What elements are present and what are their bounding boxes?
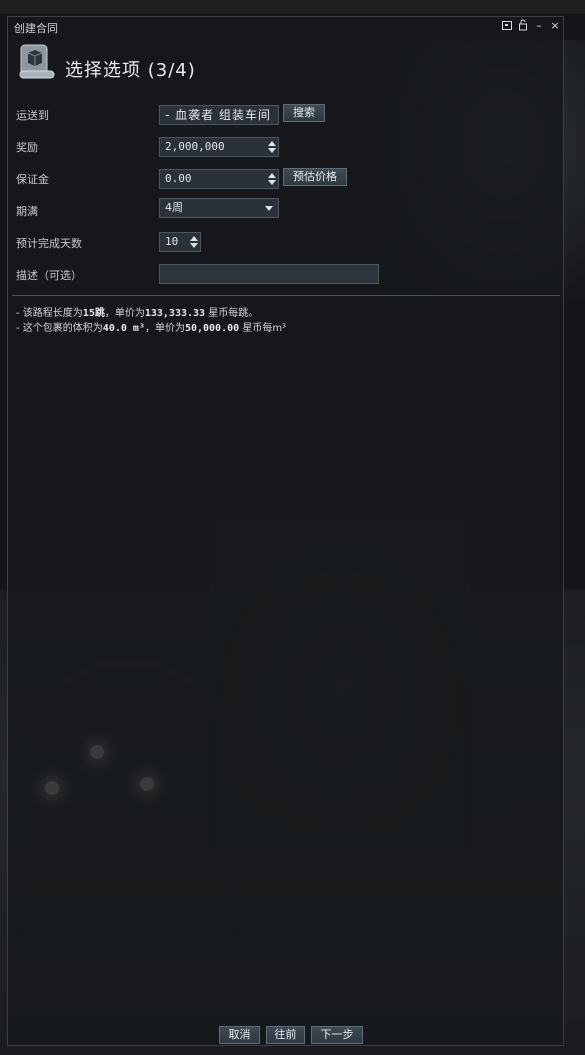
description-input[interactable] bbox=[159, 264, 379, 284]
expiration-select[interactable]: 4周 bbox=[159, 198, 279, 218]
route-price: 133,333.33 bbox=[144, 308, 206, 319]
cancel-button[interactable]: 取消 bbox=[219, 1026, 260, 1044]
description-label: 描述（可选） bbox=[16, 269, 82, 282]
collateral-spinner-icon[interactable] bbox=[268, 172, 276, 186]
volume-info-prefix: - 这个包裹的体积为 bbox=[16, 323, 103, 334]
volume-price: 50,000.00 bbox=[184, 323, 240, 334]
collateral-value: 0.00 bbox=[165, 172, 192, 185]
days-label: 预计完成天数 bbox=[16, 237, 82, 250]
collateral-input[interactable]: 0.00 bbox=[159, 169, 279, 189]
route-info-prefix: - 该路程长度为 bbox=[16, 308, 83, 319]
next-button[interactable]: 下一步 bbox=[311, 1026, 363, 1044]
route-info-suffix: 星币每跳。 bbox=[205, 308, 259, 319]
reward-spinner-icon[interactable] bbox=[268, 140, 276, 154]
top-strip bbox=[0, 0, 585, 14]
estimate-price-button[interactable]: 预估价格 bbox=[283, 168, 347, 186]
route-info-mid: ，单价为 bbox=[104, 308, 145, 319]
divider bbox=[12, 295, 560, 296]
route-info: - 该路程长度为15跳，单价为133,333.33 星币每跳。 bbox=[16, 304, 258, 319]
reward-input[interactable]: 2,000,000 bbox=[159, 137, 279, 157]
destination-label: 运送到 bbox=[16, 109, 49, 122]
page-title: 选择选项 (3/4) bbox=[65, 60, 196, 81]
collapse-icon[interactable]: – bbox=[532, 19, 546, 33]
days-input[interactable]: 10 bbox=[159, 232, 201, 252]
volume-info-suffix: 星币每m³ bbox=[239, 323, 287, 334]
package-volume: 40.0 m³ bbox=[102, 323, 145, 334]
contract-scroll-icon bbox=[16, 41, 56, 81]
lock-icon[interactable] bbox=[516, 19, 530, 33]
days-value: 10 bbox=[165, 235, 179, 248]
expiration-value: 4周 bbox=[165, 201, 183, 214]
volume-info: - 这个包裹的体积为40.0 m³，单价为50,000.00 星币每m³ bbox=[16, 319, 286, 334]
destination-field[interactable]: - 血袭者 组装车间 bbox=[159, 105, 279, 125]
reward-label: 奖励 bbox=[16, 141, 38, 154]
create-contract-window: 创建合同 – × 选择选项 (3/4) 运送到 - 血袭者 组装车间 搜索 奖励… bbox=[7, 16, 564, 1046]
close-icon[interactable]: × bbox=[548, 19, 562, 33]
title-bar[interactable]: 创建合同 – × bbox=[8, 17, 563, 37]
route-jumps: 15跳 bbox=[82, 308, 105, 319]
window-title: 创建合同 bbox=[14, 22, 58, 35]
back-button[interactable]: 往前 bbox=[266, 1026, 305, 1044]
search-button[interactable]: 搜索 bbox=[283, 104, 325, 122]
days-spinner-icon[interactable] bbox=[190, 235, 198, 249]
expiration-label: 期满 bbox=[16, 205, 38, 218]
collateral-label: 保证金 bbox=[16, 173, 49, 186]
minimize-icon[interactable] bbox=[500, 19, 514, 33]
volume-info-mid: ，单价为 bbox=[144, 323, 185, 334]
chevron-down-icon bbox=[265, 206, 273, 211]
reward-value: 2,000,000 bbox=[165, 140, 225, 153]
